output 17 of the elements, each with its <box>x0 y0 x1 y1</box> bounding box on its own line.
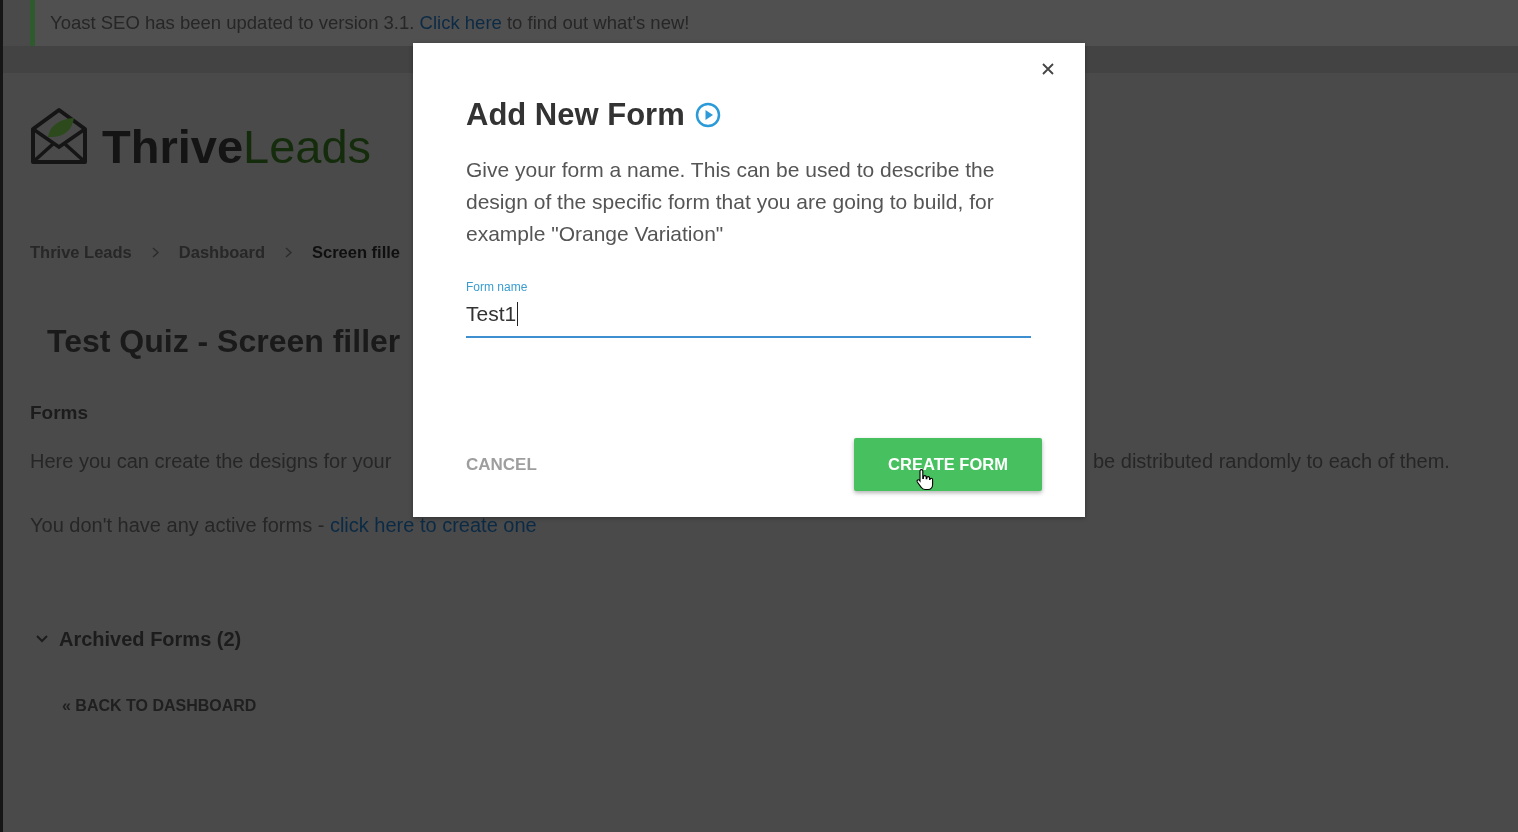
chevron-right-icon <box>285 246 292 258</box>
breadcrumb-item: Screen fille <box>312 242 401 263</box>
create-form-button[interactable]: CREATE FORM <box>854 438 1042 491</box>
cancel-button[interactable]: CANCEL <box>466 453 537 476</box>
dialog-description: Give your form a name. This can be used to describe the design of the specific form that you are going to build, for example "Orange Variation" <box>466 157 996 247</box>
chevron-right-icon <box>151 246 159 258</box>
form-name-input[interactable]: Test1 <box>466 300 1031 338</box>
close-icon <box>1042 63 1054 75</box>
dialog-title: Add New Form <box>466 96 685 134</box>
play-circle-icon <box>694 102 721 128</box>
field-label: Form name <box>466 279 529 295</box>
hand-cursor-icon <box>915 469 935 491</box>
chevron-down-icon <box>36 635 48 643</box>
envelope-leaf-icon <box>30 107 88 165</box>
create-form-link[interactable]: click here to create one <box>329 514 537 536</box>
notice-link[interactable]: Click here <box>419 12 502 34</box>
text-cursor-icon <box>517 302 519 326</box>
